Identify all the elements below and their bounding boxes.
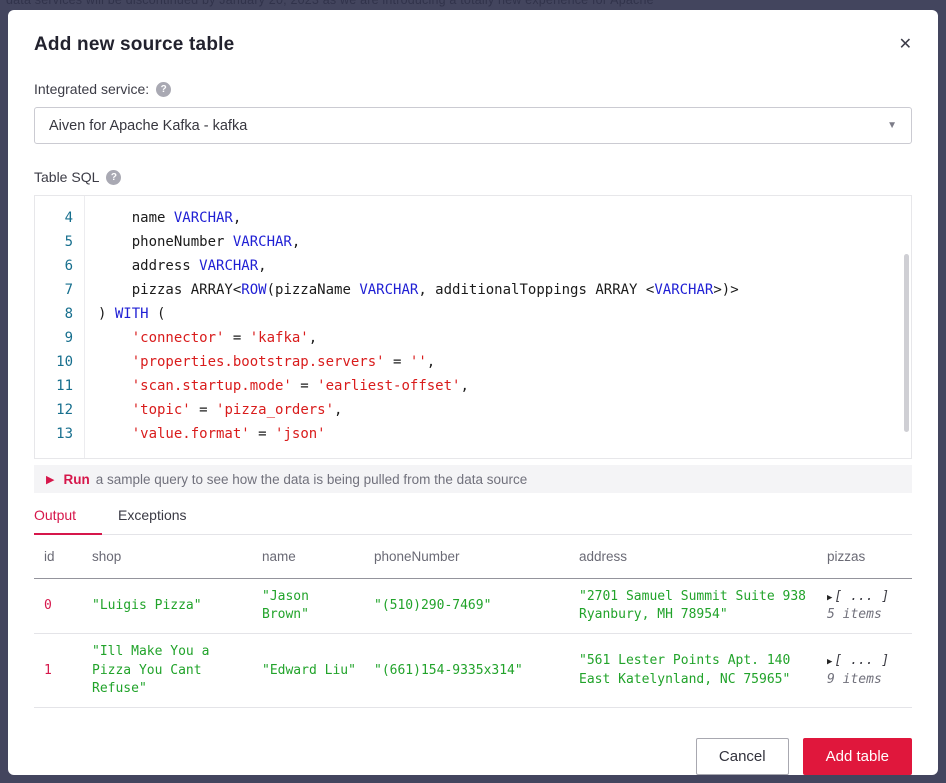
line-number: 8 — [35, 302, 84, 326]
output-table: idshopnamephoneNumberaddresspizzas 0"Lui… — [34, 535, 912, 708]
integrated-service-selected-value: Aiven for Apache Kafka - kafka — [49, 118, 247, 134]
expand-arrow-icon[interactable]: ▶ — [827, 657, 832, 667]
code-line: 6 address VARCHAR, — [35, 254, 911, 278]
expand-arrow-icon[interactable]: ▶ — [827, 593, 832, 603]
add-source-table-dialog: Add new source table ✕ Integrated servic… — [8, 10, 938, 775]
pizzas-item-count: 9 items — [827, 671, 904, 689]
line-number: 12 — [35, 398, 84, 422]
table-row: 1"Ill Make You a Pizza You Cant Refuse""… — [34, 634, 912, 708]
code-text: 'connector' = 'kafka', — [84, 326, 317, 350]
code-line: 8) WITH ( — [35, 302, 911, 326]
line-number: 11 — [35, 374, 84, 398]
column-header-name: name — [254, 535, 366, 579]
cell-shop: "Luigis Pizza" — [84, 579, 254, 634]
editor-gutter-divider — [84, 196, 85, 458]
dialog-footer: Cancel Add table — [8, 721, 938, 775]
dialog-body: Integrated service: ? Aiven for Apache K… — [8, 56, 938, 721]
code-line: 5 phoneNumber VARCHAR, — [35, 230, 911, 254]
line-number: 5 — [35, 230, 84, 254]
close-icon[interactable]: ✕ — [899, 36, 912, 52]
column-header-id: id — [34, 535, 84, 579]
cell-address: "2701 Samuel Summit Suite 938 Ryanbury, … — [571, 579, 819, 634]
run-link[interactable]: Run — [63, 472, 89, 487]
result-tabs: Output Exceptions — [34, 499, 912, 535]
table-sql-help-icon[interactable]: ? — [106, 170, 121, 185]
code-line: 9 'connector' = 'kafka', — [35, 326, 911, 350]
cell-address: "561 Lester Points Apt. 140 East Katelyn… — [571, 634, 819, 708]
code-text: pizzas ARRAY<ROW(pizzaName VARCHAR, addi… — [84, 278, 739, 302]
pizzas-collapsed-preview: [ ... ] — [834, 589, 889, 604]
editor-scrollbar[interactable] — [904, 254, 909, 432]
cell-pizzas: ▶[ ... ] 9 items — [819, 634, 912, 708]
code-text: 'scan.startup.mode' = 'earliest-offset', — [84, 374, 469, 398]
table-row: 0"Luigis Pizza""Jason Brown""(510)290-74… — [34, 579, 912, 634]
backdrop-banner-text: data services will be discontinued by Ja… — [6, 0, 940, 9]
integrated-service-help-icon[interactable]: ? — [156, 82, 171, 97]
dialog-title: Add new source table — [34, 34, 912, 56]
sql-code-editor[interactable]: 4 name VARCHAR,5 phoneNumber VARCHAR,6 a… — [34, 195, 912, 459]
cell-id: 1 — [34, 634, 84, 708]
cell-name: "Jason Brown" — [254, 579, 366, 634]
column-header-address: address — [571, 535, 819, 579]
cell-phoneNumber: "(661)154-9335x314" — [366, 634, 571, 708]
code-line: 11 'scan.startup.mode' = 'earliest-offse… — [35, 374, 911, 398]
line-number: 10 — [35, 350, 84, 374]
tab-exceptions[interactable]: Exceptions — [118, 499, 212, 535]
code-line: 12 'topic' = 'pizza_orders', — [35, 398, 911, 422]
pizzas-item-count: 5 items — [827, 606, 904, 624]
line-number: 6 — [35, 254, 84, 278]
run-description: a sample query to see how the data is be… — [96, 472, 528, 487]
cell-name: "Edward Liu" — [254, 634, 366, 708]
code-text: phoneNumber VARCHAR, — [84, 230, 300, 254]
cell-shop: "Ill Make You a Pizza You Cant Refuse" — [84, 634, 254, 708]
code-line: 10 'properties.bootstrap.servers' = '', — [35, 350, 911, 374]
integrated-service-label-text: Integrated service: — [34, 81, 149, 97]
column-header-shop: shop — [84, 535, 254, 579]
chevron-down-icon: ▼ — [887, 120, 897, 131]
line-number: 7 — [35, 278, 84, 302]
table-sql-label: Table SQL ? — [34, 169, 912, 185]
output-table-header: idshopnamephoneNumberaddresspizzas — [34, 535, 912, 579]
column-header-pizzas: pizzas — [819, 535, 912, 579]
run-query-bar: ▶ Run a sample query to see how the data… — [34, 465, 912, 493]
line-number: 13 — [35, 422, 84, 446]
output-table-body: 0"Luigis Pizza""Jason Brown""(510)290-74… — [34, 579, 912, 708]
line-number: 4 — [35, 206, 84, 230]
play-icon[interactable]: ▶ — [46, 473, 54, 486]
code-text: name VARCHAR, — [84, 206, 241, 230]
code-line: 13 'value.format' = 'json' — [35, 422, 911, 446]
integrated-service-label: Integrated service: ? — [34, 81, 912, 97]
add-table-button[interactable]: Add table — [803, 738, 912, 775]
tab-output[interactable]: Output — [34, 499, 102, 535]
cell-pizzas: ▶[ ... ] 5 items — [819, 579, 912, 634]
cancel-button[interactable]: Cancel — [696, 738, 789, 775]
line-number: 9 — [35, 326, 84, 350]
code-text: ) WITH ( — [84, 302, 165, 326]
code-text: address VARCHAR, — [84, 254, 267, 278]
cell-id: 0 — [34, 579, 84, 634]
code-text: 'topic' = 'pizza_orders', — [84, 398, 342, 422]
table-sql-label-text: Table SQL — [34, 169, 99, 185]
code-text: 'properties.bootstrap.servers' = '', — [84, 350, 435, 374]
code-line: 4 name VARCHAR, — [35, 206, 911, 230]
pizzas-collapsed-preview: [ ... ] — [834, 653, 889, 668]
cell-phoneNumber: "(510)290-7469" — [366, 579, 571, 634]
dialog-header: Add new source table ✕ — [8, 10, 938, 56]
code-line: 7 pizzas ARRAY<ROW(pizzaName VARCHAR, ad… — [35, 278, 911, 302]
column-header-phoneNumber: phoneNumber — [366, 535, 571, 579]
integrated-service-select[interactable]: Aiven for Apache Kafka - kafka ▼ — [34, 107, 912, 144]
code-text: 'value.format' = 'json' — [84, 422, 326, 446]
